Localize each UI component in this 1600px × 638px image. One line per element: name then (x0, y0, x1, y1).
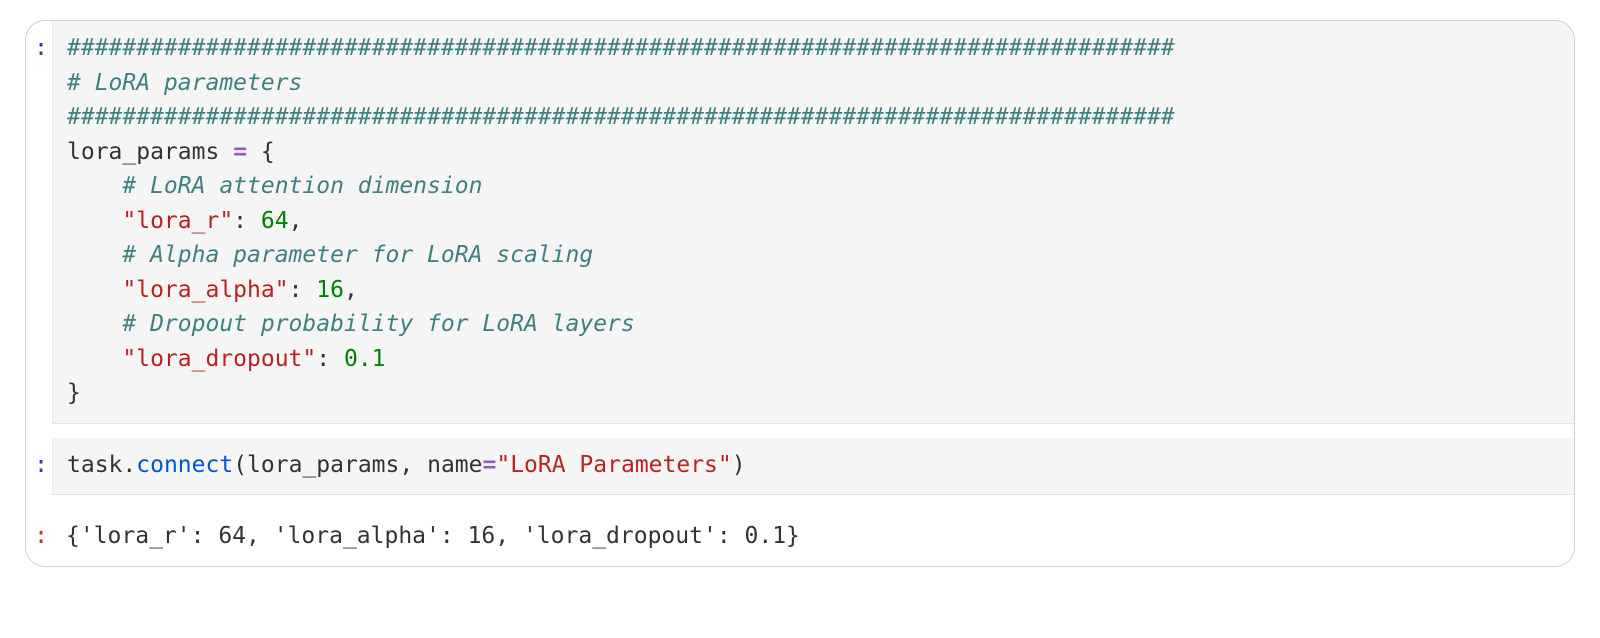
rparen: ) (732, 452, 746, 478)
colon: : (289, 277, 303, 303)
comma: , (289, 208, 303, 234)
key-lora-r: "lora_r" (122, 208, 233, 234)
output-value: {'lora_r': 64, 'lora_alpha': 16, 'lora_d… (66, 523, 800, 549)
op-equals: = (233, 139, 247, 165)
val-lora-dropout: 0.1 (344, 346, 386, 372)
code-cell-1: : ######################################… (26, 21, 1574, 424)
arg-lora-params: lora_params (247, 452, 399, 478)
val-lora-r: 64 (261, 208, 289, 234)
method-connect: connect (136, 452, 233, 478)
output-text: {'lora_r': 64, 'lora_alpha': 16, 'lora_d… (52, 509, 1574, 566)
comment-rule-2: ########################################… (67, 104, 1175, 130)
prompt-symbol: : (34, 452, 48, 478)
key-lora-dropout: "lora_dropout" (122, 346, 316, 372)
kwarg-val: "LoRA Parameters" (496, 452, 731, 478)
comment-lora-alpha: # Alpha parameter for LoRA scaling (122, 242, 593, 268)
cell-gap (26, 424, 1574, 438)
output-prompt-2: : (26, 509, 52, 554)
space (413, 452, 427, 478)
cell-gap (26, 495, 1574, 509)
brace-open: { (261, 139, 275, 165)
input-prompt-1: : (26, 21, 52, 66)
output-cell-2: : {'lora_r': 64, 'lora_alpha': 16, 'lora… (26, 509, 1574, 566)
op-equals: = (482, 452, 496, 478)
code-input-1[interactable]: ########################################… (52, 21, 1574, 424)
notebook-container: : ######################################… (25, 20, 1575, 567)
kwarg-name: name (427, 452, 482, 478)
comma: , (399, 452, 413, 478)
val-lora-alpha: 16 (316, 277, 344, 303)
dot: . (122, 452, 136, 478)
key-lora-alpha: "lora_alpha" (122, 277, 288, 303)
input-prompt-2: : (26, 438, 52, 483)
prompt-symbol: : (34, 35, 48, 61)
ident-task: task (67, 452, 122, 478)
prompt-symbol: : (34, 523, 48, 549)
code-cell-2: : task.connect(lora_params, name="LoRA P… (26, 438, 1574, 496)
comment-title: # LoRA parameters (67, 70, 302, 96)
brace-close: } (67, 380, 81, 406)
comment-lora-dropout: # Dropout probability for LoRA layers (122, 311, 634, 337)
code-input-2[interactable]: task.connect(lora_params, name="LoRA Par… (52, 438, 1574, 496)
colon: : (233, 208, 247, 234)
comment-rule-1: ########################################… (67, 35, 1175, 61)
ident-lora-params: lora_params (67, 139, 219, 165)
colon: : (316, 346, 330, 372)
lparen: ( (233, 452, 247, 478)
comma: , (344, 277, 358, 303)
comment-lora-r: # LoRA attention dimension (122, 173, 482, 199)
